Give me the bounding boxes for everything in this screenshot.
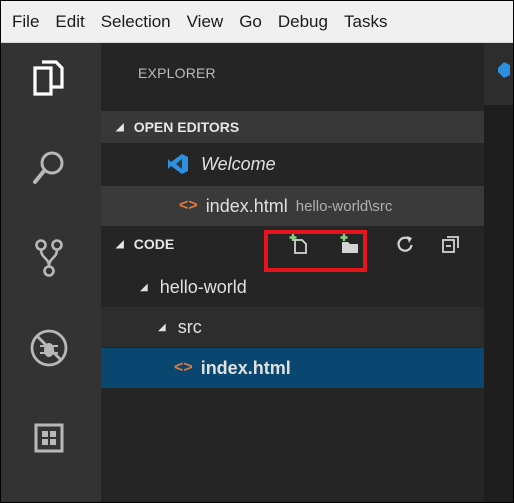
search-icon[interactable] [24,143,74,193]
index-label: index.html [205,195,288,216]
files-icon[interactable] [24,53,74,103]
refresh-icon[interactable] [394,233,416,255]
chevron-down-icon: ◢ [158,321,166,333]
welcome-label: Welcome [201,153,276,174]
menu-view[interactable]: View [179,0,232,43]
tree-label: hello-world [159,276,247,297]
menu-edit[interactable]: Edit [47,0,92,43]
menu-tasks[interactable]: Tasks [336,0,395,43]
activity-bar [0,43,101,503]
menu-go[interactable]: Go [231,0,270,43]
menu-selection[interactable]: Selection [93,0,179,43]
open-editor-item-welcome[interactable]: Welcome [101,144,484,184]
chevron-down-icon: ◢ [140,281,148,293]
open-editors-header[interactable]: ◢ OPEN EDITORS [101,111,484,143]
tree-label: src [177,316,202,337]
menu-bar: File Edit Selection View Go Debug Tasks [0,0,514,43]
tree-item-src[interactable]: ◢ src [101,307,484,347]
highlight-annotation [264,230,367,272]
folder-label: CODE [133,236,175,252]
tree-label: index.html [200,357,291,378]
explorer-sidebar: EXPLORER ◢ OPEN EDITORS Welcome <> index… [101,43,484,503]
menu-debug[interactable]: Debug [270,0,336,43]
editor-tab-strip [484,43,514,105]
vscode-logo-icon [496,61,510,84]
tree-item-index-html[interactable]: <> index.html [101,348,484,388]
vscode-logo-icon [167,153,189,175]
editor-area [484,43,514,503]
debug-icon[interactable] [24,323,74,373]
html-file-icon: <> [179,197,198,214]
source-control-icon[interactable] [24,233,74,283]
explorer-title: EXPLORER [138,65,216,81]
collapse-all-icon[interactable] [440,233,462,255]
open-editor-item-index[interactable]: <> index.html hello-world\src [101,186,484,226]
menu-file[interactable]: File [4,0,47,43]
file-path: hello-world\src [295,197,393,215]
html-file-icon: <> [174,359,193,376]
chevron-down-icon: ◢ [116,121,124,133]
chevron-down-icon: ◢ [116,238,124,250]
open-editors-label: OPEN EDITORS [133,119,240,135]
tree-item-hello-world[interactable]: ◢ hello-world [101,267,484,307]
extensions-icon[interactable] [24,413,74,463]
